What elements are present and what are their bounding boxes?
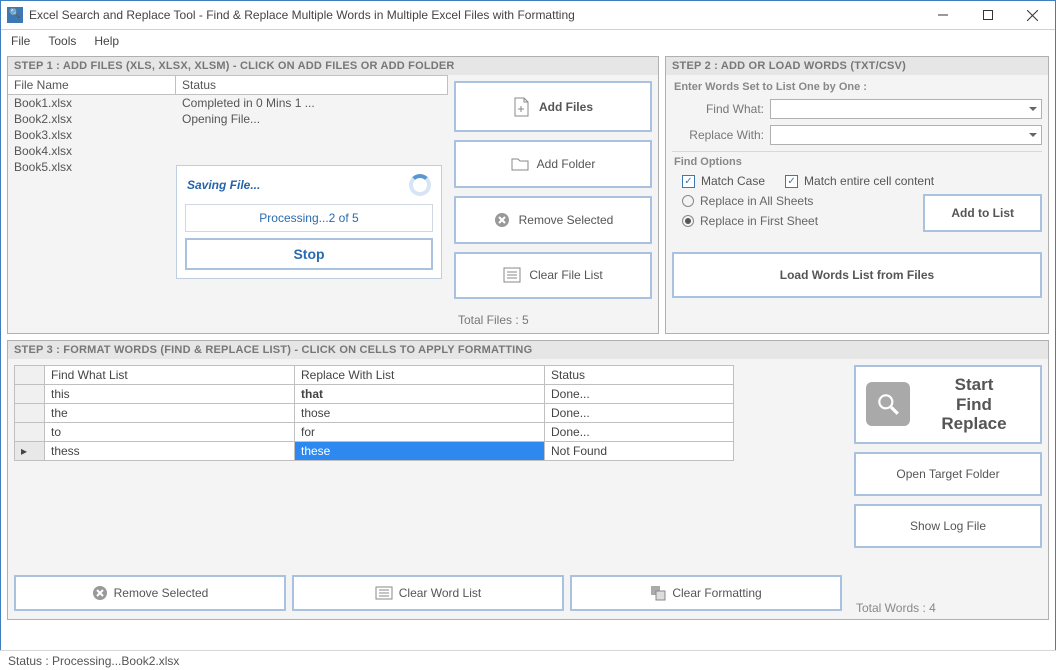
radio-icon xyxy=(682,215,694,227)
step1-panel: STEP 1 : ADD FILES (XLS, XLSX, XLSM) - C… xyxy=(7,56,659,334)
col-status[interactable]: Status xyxy=(176,76,448,94)
window-title: Excel Search and Replace Tool - Find & R… xyxy=(29,8,920,22)
title-bar: Excel Search and Replace Tool - Find & R… xyxy=(1,1,1055,30)
menu-bar: File Tools Help xyxy=(1,30,1055,52)
file-grid[interactable]: File Name Status Book1.xlsxCompleted in … xyxy=(8,75,448,331)
menu-help[interactable]: Help xyxy=(94,34,119,48)
total-files-label: Total Files : 5 xyxy=(454,307,652,327)
spinner-icon xyxy=(409,174,431,196)
replace-with-label: Replace With: xyxy=(672,128,764,142)
clear-format-icon xyxy=(650,585,666,601)
load-words-button[interactable]: Load Words List from Files xyxy=(672,252,1042,298)
file-grid-header: File Name Status xyxy=(8,75,448,95)
remove-selected-button[interactable]: Remove Selected xyxy=(454,196,652,244)
clear-list-icon xyxy=(503,266,521,284)
minimize-button[interactable] xyxy=(920,1,965,29)
col-filename[interactable]: File Name xyxy=(8,76,176,94)
add-folder-label: Add Folder xyxy=(537,157,596,171)
file-row[interactable]: Book3.xlsx xyxy=(8,127,448,143)
progress-saving-label: Saving File... xyxy=(187,178,260,192)
clear-file-list-label: Clear File List xyxy=(529,268,602,282)
close-button[interactable] xyxy=(1010,1,1055,29)
stop-button[interactable]: Stop xyxy=(185,238,433,270)
col-replace-with[interactable]: Replace With List xyxy=(295,366,545,385)
add-folder-button[interactable]: Add Folder xyxy=(454,140,652,188)
step3-header: STEP 3 : FORMAT WORDS (FIND & REPLACE LI… xyxy=(8,341,1048,359)
replace-with-combo[interactable] xyxy=(770,125,1042,145)
menu-file[interactable]: File xyxy=(11,34,30,48)
replace-first-sheet-radio[interactable]: Replace in First Sheet xyxy=(682,214,818,228)
word-row[interactable]: thisthatDone... xyxy=(15,385,734,404)
find-what-combo[interactable] xyxy=(770,99,1042,119)
radio-icon xyxy=(682,195,694,207)
clear-word-list-button[interactable]: Clear Word List xyxy=(292,575,564,611)
word-row-selected[interactable]: ▸thesstheseNot Found xyxy=(15,442,734,461)
match-case-checkbox[interactable]: ✓Match Case xyxy=(682,174,765,188)
find-options-header: Find Options xyxy=(672,156,1042,172)
app-icon xyxy=(7,7,23,23)
file-add-icon xyxy=(513,98,531,116)
status-bar: Status : Processing...Book2.xlsx xyxy=(0,650,1056,670)
maximize-button[interactable] xyxy=(965,1,1010,29)
row-header-blank xyxy=(15,366,45,385)
file-row[interactable]: Book2.xlsxOpening File... xyxy=(8,111,448,127)
remove-icon xyxy=(92,585,108,601)
match-entire-checkbox[interactable]: ✓Match entire cell content xyxy=(785,174,934,188)
check-icon: ✓ xyxy=(682,175,695,188)
replace-all-sheets-radio[interactable]: Replace in All Sheets xyxy=(682,194,818,208)
clear-file-list-button[interactable]: Clear File List xyxy=(454,252,652,300)
word-list-grid[interactable]: Find What List Replace With List Status … xyxy=(14,365,734,461)
menu-tools[interactable]: Tools xyxy=(48,34,76,48)
add-files-label: Add Files xyxy=(539,100,593,114)
step1-header: STEP 1 : ADD FILES (XLS, XLSX, XLSM) - C… xyxy=(8,57,658,75)
col-find-what[interactable]: Find What List xyxy=(45,366,295,385)
status-text: Status : Processing...Book2.xlsx xyxy=(8,654,179,668)
file-row[interactable]: Book4.xlsx xyxy=(8,143,448,159)
show-log-file-button[interactable]: Show Log File xyxy=(854,504,1042,548)
step2-panel: STEP 2 : ADD OR LOAD WORDS (TXT/CSV) Ent… xyxy=(665,56,1049,334)
add-files-button[interactable]: Add Files xyxy=(454,81,652,132)
step2-header: STEP 2 : ADD OR LOAD WORDS (TXT/CSV) xyxy=(666,57,1048,75)
magnifier-icon xyxy=(866,382,910,426)
remove-icon xyxy=(493,211,511,229)
step3-panel: STEP 3 : FORMAT WORDS (FIND & REPLACE LI… xyxy=(7,340,1049,620)
add-to-list-button[interactable]: Add to List xyxy=(923,194,1042,232)
clear-formatting-button[interactable]: Clear Formatting xyxy=(570,575,842,611)
start-button-label: StartFindReplace xyxy=(918,375,1030,434)
file-row[interactable]: Book1.xlsxCompleted in 0 Mins 1 ... xyxy=(8,95,448,111)
find-what-label: Find What: xyxy=(672,102,764,116)
start-find-replace-button[interactable]: StartFindReplace xyxy=(854,365,1042,444)
total-words-label: Total Words : 4 xyxy=(854,597,1042,615)
open-target-folder-button[interactable]: Open Target Folder xyxy=(854,452,1042,496)
folder-icon xyxy=(511,155,529,173)
word-row[interactable]: thethoseDone... xyxy=(15,404,734,423)
progress-processing-label: Processing...2 of 5 xyxy=(185,204,433,232)
progress-card: Saving File... Processing...2 of 5 Stop xyxy=(176,165,442,279)
grid-header-row: Find What List Replace With List Status xyxy=(15,366,734,385)
clear-list-icon xyxy=(375,586,393,600)
word-row[interactable]: toforDone... xyxy=(15,423,734,442)
remove-selected-label: Remove Selected xyxy=(519,213,614,227)
remove-word-button[interactable]: Remove Selected xyxy=(14,575,286,611)
step2-subheader: Enter Words Set to List One by One : xyxy=(672,77,1042,99)
check-icon: ✓ xyxy=(785,175,798,188)
col-word-status[interactable]: Status xyxy=(545,366,734,385)
